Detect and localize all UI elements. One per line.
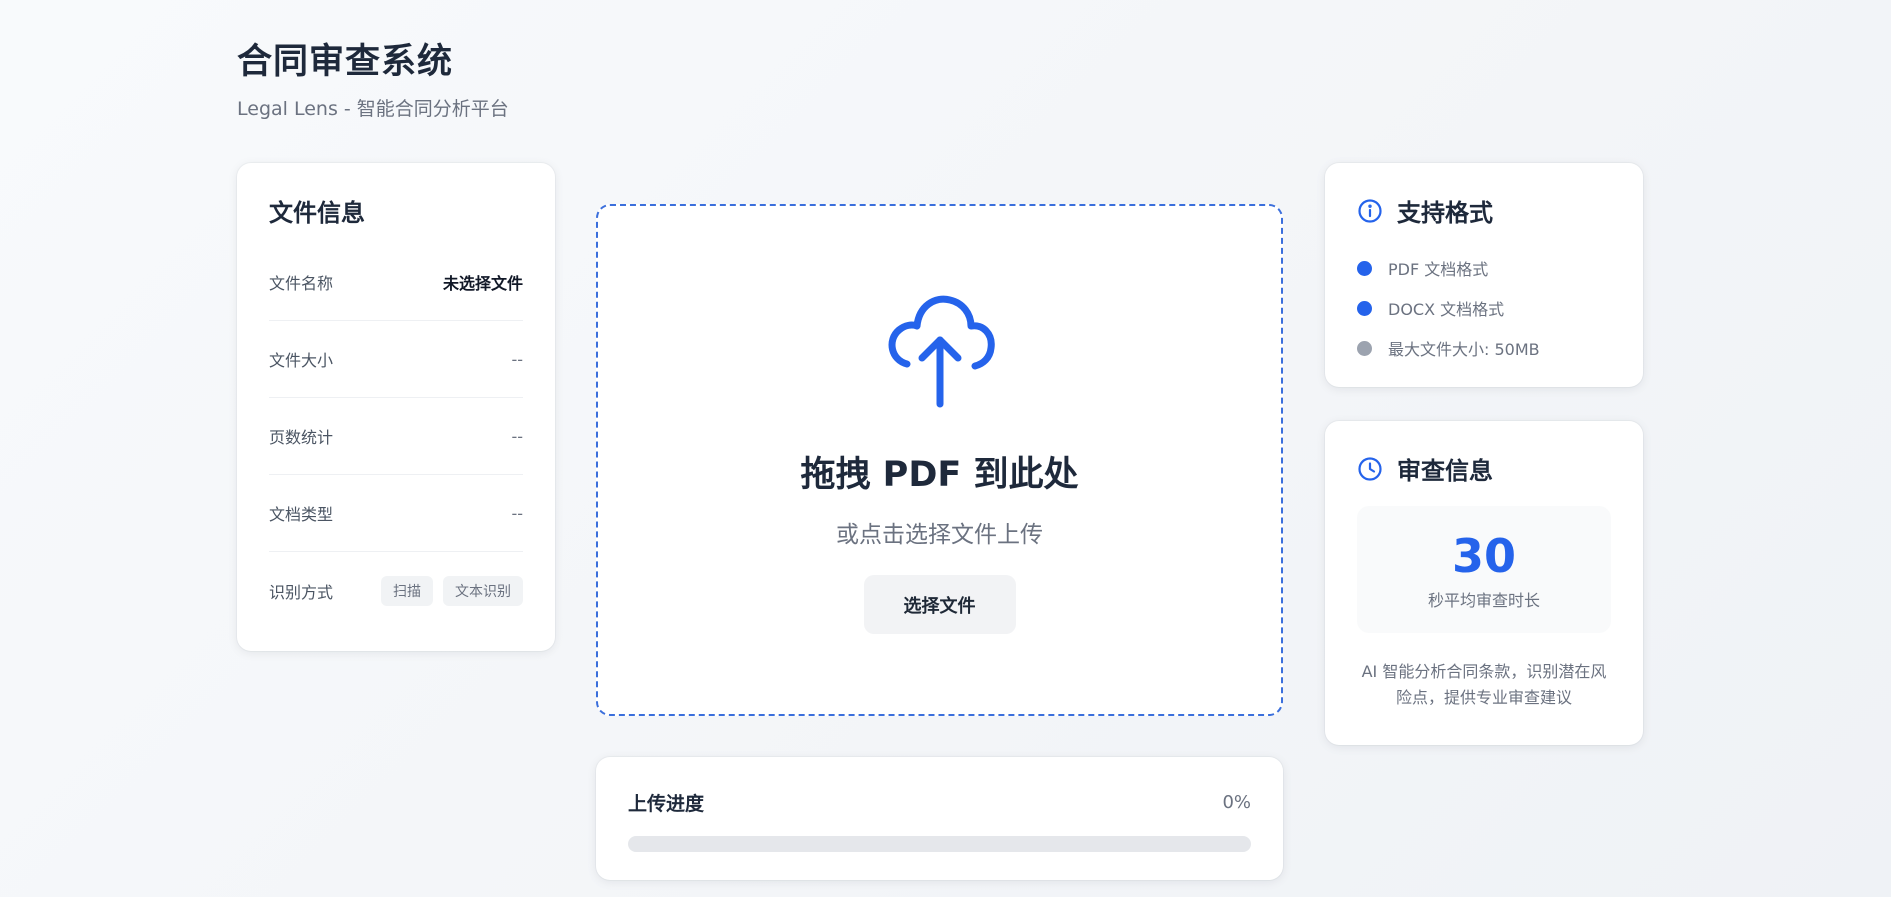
review-header: 审查信息 xyxy=(1357,451,1611,486)
tag-text-recognition: 文本识别 xyxy=(443,575,523,606)
format-dot xyxy=(1357,260,1372,276)
progress-bar xyxy=(628,836,1251,852)
review-stat-label: 秒平均审查时长 xyxy=(1427,590,1540,610)
upload-progress-card: 上传进度 0% xyxy=(596,757,1283,880)
pdf-dropzone[interactable]: 拖拽 PDF 到此处 或点击选择文件上传 选择文件 xyxy=(596,204,1283,716)
format-text: PDF 文档格式 xyxy=(1388,260,1489,279)
cloud-upload-icon xyxy=(888,295,995,408)
review-description: AI 智能分析合同条款，识别潜在风险点，提供专业审查建议 xyxy=(1361,662,1607,707)
format-item-max-size: 最大文件大小: 50MB xyxy=(1357,328,1611,368)
info-row-recognition: 识别方式 扫描 文本识别 xyxy=(269,552,523,629)
progress-title: 上传进度 xyxy=(628,793,705,815)
info-value: -- xyxy=(511,349,523,369)
formats-title: 支持格式 xyxy=(1397,199,1493,227)
format-dot xyxy=(1357,340,1372,356)
review-stat-box: 30 秒平均审查时长 xyxy=(1357,506,1611,633)
progress-percent: 0% xyxy=(1222,792,1251,813)
info-label: 文档类型 xyxy=(269,505,334,524)
info-value: -- xyxy=(511,426,523,446)
dropzone-title: 拖拽 PDF 到此处 xyxy=(800,455,1079,495)
clock-icon xyxy=(1358,456,1382,481)
info-value: 未选择文件 xyxy=(442,274,523,293)
info-row-pagecount: 页数统计 -- xyxy=(269,398,523,475)
file-info-rows: 文件名称 未选择文件 文件大小 -- 页数统计 -- 文档类型 -- 识别方式 … xyxy=(269,244,523,629)
file-info-title: 文件信息 xyxy=(269,199,365,227)
file-info-card: 文件信息 文件名称 未选择文件 文件大小 -- 页数统计 -- 文档类型 -- … xyxy=(237,163,555,651)
formats-header: 支持格式 xyxy=(1357,193,1611,228)
review-info-card: 审查信息 30 秒平均审查时长 AI 智能分析合同条款，识别潜在风险点，提供专业… xyxy=(1325,421,1643,745)
supported-formats-card: 支持格式 PDF 文档格式 DOCX 文档格式 最大文件大小: 50MB xyxy=(1325,163,1643,387)
info-value: -- xyxy=(511,503,523,523)
progress-header: 上传进度 0% xyxy=(628,789,1251,816)
format-text: 最大文件大小: 50MB xyxy=(1388,340,1540,359)
dropzone-subtitle: 或点击选择文件上传 xyxy=(836,522,1043,548)
format-text: DOCX 文档格式 xyxy=(1388,300,1505,319)
info-label: 页数统计 xyxy=(269,428,334,447)
review-stat-value: 30 xyxy=(1451,528,1516,583)
recognition-tags: 扫描 文本识别 xyxy=(381,575,523,606)
page-title: 合同审查系统 xyxy=(237,42,454,82)
info-icon xyxy=(1358,198,1382,223)
info-label: 识别方式 xyxy=(269,582,334,602)
info-row-filename: 文件名称 未选择文件 xyxy=(269,244,523,321)
review-title: 审查信息 xyxy=(1397,457,1493,485)
page-subtitle: Legal Lens - 智能合同分析平台 xyxy=(237,98,509,120)
select-file-button[interactable]: 选择文件 xyxy=(863,575,1016,634)
info-row-doctype: 文档类型 -- xyxy=(269,475,523,552)
format-dot xyxy=(1357,300,1372,316)
info-row-filesize: 文件大小 -- xyxy=(269,321,523,398)
format-item-pdf: PDF 文档格式 xyxy=(1357,248,1611,288)
info-label: 文件大小 xyxy=(269,351,334,370)
info-label: 文件名称 xyxy=(269,274,334,293)
formats-list: PDF 文档格式 DOCX 文档格式 最大文件大小: 50MB xyxy=(1357,248,1611,368)
format-item-docx: DOCX 文档格式 xyxy=(1357,288,1611,328)
page-header: 合同审查系统 Legal Lens - 智能合同分析平台 xyxy=(237,38,509,121)
tag-scan: 扫描 xyxy=(381,575,433,606)
